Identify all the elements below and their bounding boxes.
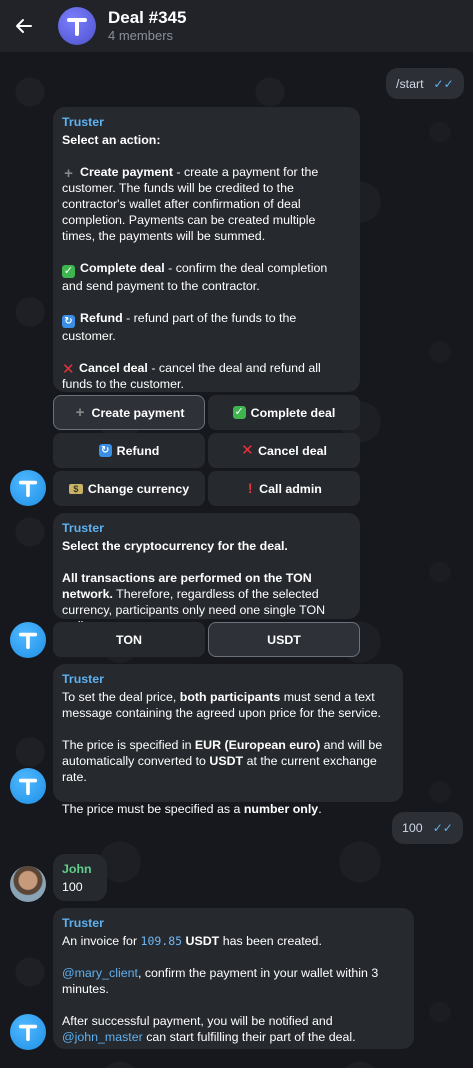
text-bold: USDT — [182, 934, 220, 948]
text: The price is specified in — [62, 738, 195, 752]
invoice-amount[interactable]: 109.85 — [141, 934, 183, 948]
cancel-deal-label: Cancel deal — [79, 361, 148, 375]
truster-logo-icon — [18, 1024, 38, 1042]
text-bold: USDT — [209, 754, 244, 768]
chat-info[interactable]: Deal #345 4 members — [108, 8, 186, 44]
john-avatar[interactable] — [10, 866, 46, 902]
truster-logo-icon — [18, 480, 38, 498]
message-price[interactable]: Truster To set the deal price, both part… — [53, 664, 403, 816]
message-text: 100 — [62, 880, 83, 894]
usdt-button[interactable]: USDT — [208, 622, 360, 657]
outgoing-message-price[interactable]: 100 ✓✓ — [392, 812, 463, 844]
double-check-icon: ✓✓ — [433, 76, 454, 91]
button-label: Complete deal — [250, 405, 336, 420]
message-actions[interactable]: Truster Select an action: + Create paymen… — [53, 107, 360, 392]
mention-link[interactable]: @john_master — [62, 1030, 143, 1044]
truster-logo-icon — [18, 632, 38, 650]
button-label: Create payment — [91, 405, 185, 420]
text-bold: number only — [243, 802, 319, 816]
refresh-icon: ↻ — [98, 444, 112, 457]
chat-members-count: 4 members — [108, 28, 174, 43]
call-admin-button[interactable]: ! Call admin — [208, 471, 360, 506]
arrow-left-icon — [16, 19, 32, 33]
text: After successful payment, you will be no… — [62, 1014, 333, 1028]
truster-avatar[interactable] — [10, 1014, 46, 1050]
text: has been created. — [219, 934, 322, 948]
button-label: Call admin — [259, 481, 322, 496]
message-sender: John — [62, 862, 92, 876]
truster-logo-icon — [67, 18, 87, 36]
cross-icon: ✕ — [62, 361, 75, 378]
refresh-icon: ↻ — [62, 315, 75, 328]
check-icon: ✓ — [232, 406, 246, 419]
text: The price must be specified as a — [62, 802, 244, 816]
button-label: Refund — [116, 443, 160, 458]
text: To set the deal price, — [62, 690, 180, 704]
message-text: 100 — [402, 821, 423, 835]
button-label: TON — [116, 632, 142, 647]
button-label: USDT — [267, 632, 301, 647]
outgoing-message-start[interactable]: /start ✓✓ — [386, 68, 464, 99]
refund-button[interactable]: ↻ Refund — [53, 433, 205, 468]
plus-icon: + — [64, 165, 73, 182]
exclamation-icon: ! — [247, 480, 253, 496]
chat-title: Deal #345 — [108, 8, 187, 27]
message-sender: Truster — [62, 521, 105, 535]
check-icon: ✓ — [62, 265, 75, 278]
button-label: Change currency — [87, 481, 190, 496]
text: can start fulfilling their part of the d… — [142, 1030, 356, 1044]
complete-deal-button[interactable]: ✓ Complete deal — [208, 395, 360, 430]
text-bold: EUR (European euro) — [194, 738, 321, 752]
cancel-deal-button[interactable]: ✕ Cancel deal — [208, 433, 360, 468]
plus-icon: + — [75, 404, 85, 421]
mention-link[interactable]: @mary_client — [62, 966, 138, 980]
text: . — [318, 802, 322, 816]
ton-button[interactable]: TON — [53, 622, 205, 657]
group-avatar[interactable] — [58, 7, 96, 45]
message-john[interactable]: John 100 — [53, 854, 107, 901]
message-invoice[interactable]: Truster An invoice for 109.85 USDT has b… — [53, 908, 414, 1049]
button-label: Cancel deal — [258, 443, 327, 458]
text-bold: both participants — [179, 690, 281, 704]
message-text: /start — [396, 76, 424, 91]
truster-avatar[interactable] — [10, 768, 46, 804]
text: An invoice for — [62, 934, 141, 948]
message-sender: Truster — [62, 916, 105, 930]
back-button[interactable] — [0, 0, 48, 52]
refund-label: Refund — [80, 311, 123, 325]
message-heading: Select the cryptocurrency for the deal. — [62, 539, 288, 553]
truster-avatar[interactable] — [10, 622, 46, 658]
truster-avatar[interactable] — [10, 470, 46, 506]
cross-icon: ✕ — [241, 442, 254, 459]
message-crypto[interactable]: Truster Select the cryptocurrency for th… — [53, 513, 360, 633]
create-payment-button[interactable]: + Create payment — [53, 395, 205, 430]
change-currency-button[interactable]: $ Change currency — [53, 471, 205, 506]
double-check-icon: ✓✓ — [432, 821, 453, 835]
complete-deal-label: Complete deal — [80, 261, 165, 275]
chat-header: Deal #345 4 members — [0, 0, 473, 52]
create-payment-label: Create payment — [80, 165, 173, 179]
message-sender: Truster — [62, 672, 105, 686]
message-heading: Select an action: — [62, 133, 161, 147]
money-icon: $ — [68, 483, 83, 494]
truster-logo-icon — [18, 778, 38, 796]
message-sender: Truster — [62, 115, 105, 129]
